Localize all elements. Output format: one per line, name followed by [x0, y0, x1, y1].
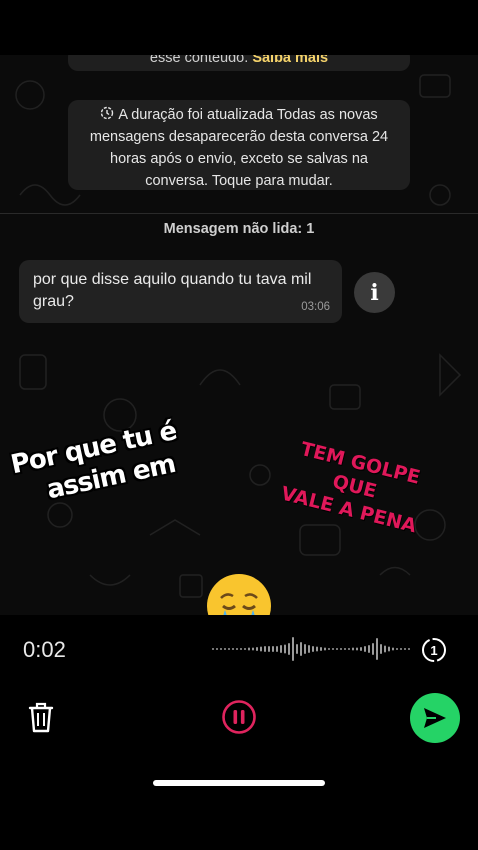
waveform-bar: [352, 647, 354, 651]
recording-elapsed-time: 0:02: [23, 637, 66, 662]
waveform-bar: [284, 644, 286, 654]
info-icon: i: [370, 279, 379, 306]
audio-waveform[interactable]: [212, 633, 412, 665]
waveform-bar: [348, 648, 350, 650]
waveform-bar: [240, 648, 242, 650]
waveform-bar: [360, 647, 362, 651]
waveform-bar: [372, 643, 374, 655]
waveform-bar: [216, 648, 218, 650]
voice-recording-bar: 0:02 1: [0, 615, 478, 795]
waveform-bar: [224, 648, 226, 650]
waveform-bar: [368, 645, 370, 653]
waveform-bar: [260, 646, 262, 652]
waveform-bar: [268, 646, 270, 652]
waveform-bar: [280, 645, 282, 653]
unread-messages-label: Mensagem não lida: 1: [163, 221, 315, 237]
waveform-bar: [384, 645, 386, 653]
crying-face-emoji[interactable]: [203, 570, 275, 615]
system-top-text: esse conteúdo.: [149, 55, 249, 66]
waveform-bar: [248, 647, 250, 651]
unread-divider: [0, 213, 478, 214]
waveform-bar: [292, 637, 294, 661]
send-icon: [424, 708, 446, 728]
waveform-bar: [288, 643, 290, 655]
view-once-label: 1: [430, 643, 437, 658]
waveform-bar: [404, 648, 406, 650]
message-time: 03:06: [301, 301, 330, 313]
waveform-bar: [324, 647, 326, 651]
view-once-icon[interactable]: 1: [420, 636, 448, 664]
waveform-bar: [364, 646, 366, 652]
waveform-bar: [220, 648, 222, 650]
waveform-bar: [276, 646, 278, 652]
waveform-bar: [316, 646, 318, 652]
waveform-bar: [356, 647, 358, 651]
waveform-bar: [228, 648, 230, 650]
waveform-bar: [400, 648, 402, 650]
incoming-message-bubble[interactable]: por que disse aquilo quando tu tava mil …: [19, 260, 342, 323]
screen: esse conteúdo. Saiba mais A duração foi …: [0, 0, 478, 850]
waveform-bar: [328, 648, 330, 650]
disappearing-messages-notice[interactable]: A duração foi atualizada Todas as novas …: [68, 100, 410, 190]
waveform-bar: [336, 648, 338, 650]
waveform-bar: [320, 647, 322, 651]
message-text: por que disse aquilo quando tu tava mil …: [33, 271, 312, 310]
waveform-bar: [332, 648, 334, 650]
notice-text: A duração foi atualizada Todas as novas …: [89, 107, 389, 189]
waveform-bar: [388, 646, 390, 652]
info-button[interactable]: i: [354, 272, 395, 313]
home-indicator[interactable]: [153, 780, 325, 786]
learn-more-link[interactable]: Saiba mais: [252, 55, 328, 66]
pause-icon[interactable]: [221, 699, 257, 735]
waveform-bar: [392, 647, 394, 651]
timer-icon: [101, 106, 114, 120]
waveform-bar: [264, 646, 266, 652]
system-message-top[interactable]: esse conteúdo. Saiba mais: [68, 55, 410, 71]
waveform-bar: [308, 645, 310, 653]
waveform-bar: [256, 647, 258, 651]
waveform-bar: [244, 648, 246, 650]
waveform-bar: [340, 648, 342, 650]
waveform-bar: [396, 648, 398, 650]
waveform-bar: [300, 642, 302, 656]
send-button[interactable]: [410, 693, 460, 743]
waveform-bar: [408, 648, 410, 650]
waveform-bar: [376, 638, 378, 660]
waveform-bar: [236, 648, 238, 650]
waveform-bar: [272, 646, 274, 652]
waveform-bar: [232, 648, 234, 650]
waveform-bar: [312, 646, 314, 652]
waveform-bar: [252, 647, 254, 651]
waveform-bar: [296, 644, 298, 654]
waveform-bar: [212, 648, 214, 650]
waveform-bar: [344, 648, 346, 650]
bottom-area: [0, 795, 478, 850]
waveform-bar: [304, 644, 306, 654]
chat-area[interactable]: esse conteúdo. Saiba mais A duração foi …: [0, 55, 478, 615]
waveform-bar: [380, 644, 382, 654]
trash-icon[interactable]: [26, 700, 56, 734]
